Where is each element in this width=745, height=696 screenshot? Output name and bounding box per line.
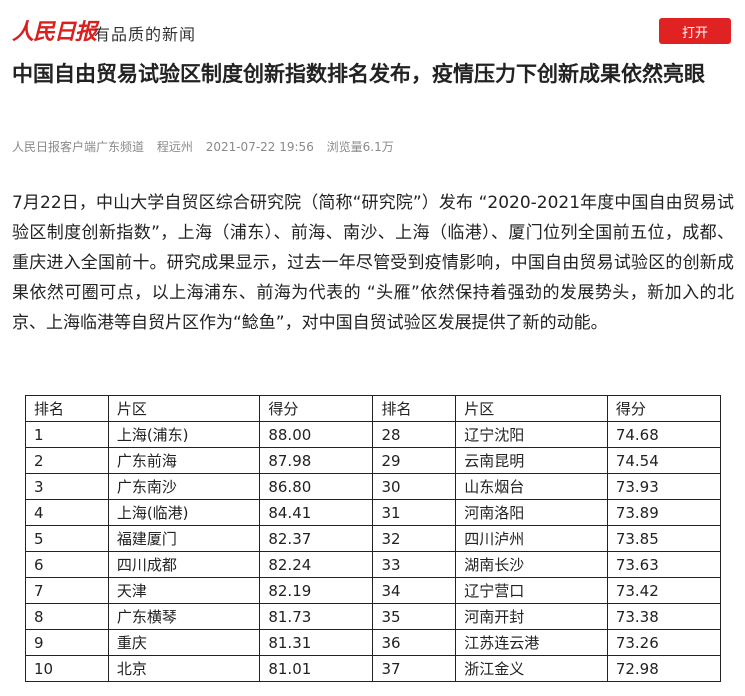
cell-zone: 四川泸州 <box>455 525 608 552</box>
header-zone: 片区 <box>455 395 608 422</box>
cell-zone: 辽宁沈阳 <box>455 421 608 448</box>
cell-rank: 30 <box>372 473 457 500</box>
table-header-row: 排名 片区 得分 排名 片区 得分 <box>25 395 722 422</box>
ranking-table: 排名 片区 得分 排名 片区 得分 1 上海(浦东) 88.00 28 辽宁沈阳 74.6… <box>25 395 722 682</box>
cell-score: 73.38 <box>606 603 722 630</box>
cell-zone: 广东南沙 <box>107 473 261 500</box>
table-row: 1 上海(浦东) 88.00 28 辽宁沈阳 74.68 <box>25 421 722 448</box>
cell-zone: 辽宁营口 <box>455 577 608 604</box>
cell-rank: 1 <box>25 421 109 448</box>
cell-score: 73.93 <box>606 473 722 500</box>
cell-score: 73.63 <box>606 551 722 578</box>
article-datetime: 2021-07-22 19:56 <box>205 140 314 154</box>
cell-score: 73.89 <box>606 499 722 526</box>
article-views: 浏览量6.1万 <box>326 140 394 154</box>
cell-rank: 31 <box>372 499 457 526</box>
peoples-daily-logo[interactable]: 人民日报 <box>12 14 97 46</box>
cell-zone: 河南洛阳 <box>455 499 608 526</box>
cell-score: 82.37 <box>259 525 374 552</box>
article-source[interactable]: 人民日报客户端广东频道 <box>12 140 144 154</box>
header-rank: 排名 <box>372 395 457 422</box>
header-rank: 排名 <box>25 395 109 422</box>
cell-zone: 山东烟台 <box>455 473 608 500</box>
cell-zone: 浙江金义 <box>455 655 608 682</box>
cell-rank: 9 <box>25 629 109 656</box>
cell-zone: 重庆 <box>107 629 261 656</box>
cell-score: 81.01 <box>259 655 374 682</box>
open-app-button[interactable]: 打开 <box>659 18 731 44</box>
cell-score: 88.00 <box>259 421 374 448</box>
header-score: 得分 <box>606 395 722 422</box>
table-row: 6 四川成都 82.24 33 湖南长沙 73.63 <box>25 551 722 578</box>
cell-score: 82.24 <box>259 551 374 578</box>
cell-score: 74.68 <box>606 421 722 448</box>
table-row: 7 天津 82.19 34 辽宁营口 73.42 <box>25 577 722 604</box>
cell-score: 73.42 <box>606 577 722 604</box>
cell-zone: 广东前海 <box>107 447 261 474</box>
cell-score: 73.85 <box>606 525 722 552</box>
cell-score: 84.41 <box>259 499 374 526</box>
table-row: 10 北京 81.01 37 浙江金义 72.98 <box>25 655 722 682</box>
cell-zone: 江苏连云港 <box>455 629 608 656</box>
cell-rank: 37 <box>372 655 457 682</box>
cell-zone: 上海(临港) <box>107 499 261 526</box>
cell-zone: 云南昆明 <box>455 447 608 474</box>
cell-rank: 4 <box>25 499 109 526</box>
header-zone: 片区 <box>107 395 261 422</box>
cell-score: 82.19 <box>259 577 374 604</box>
article-meta: 人民日报客户端广东频道 程远州 2021-07-22 19:56 浏览量6.1万 <box>12 138 403 155</box>
cell-rank: 3 <box>25 473 109 500</box>
cell-score: 74.54 <box>606 447 722 474</box>
article-title: 中国自由贸易试验区制度创新指数排名发布，疫情压力下创新成果依然亮眼 <box>12 62 705 86</box>
slogan: 有品质的新闻 <box>94 25 197 44</box>
cell-rank: 35 <box>372 603 457 630</box>
cell-zone: 北京 <box>107 655 261 682</box>
table-row: 8 广东横琴 81.73 35 河南开封 73.38 <box>25 603 722 630</box>
cell-zone: 广东横琴 <box>107 603 261 630</box>
table-row: 5 福建厦门 82.37 32 四川泸州 73.85 <box>25 525 722 552</box>
cell-zone: 四川成都 <box>107 551 261 578</box>
cell-score: 81.31 <box>259 629 374 656</box>
cell-score: 73.26 <box>606 629 722 656</box>
cell-score: 87.98 <box>259 447 374 474</box>
cell-rank: 34 <box>372 577 457 604</box>
cell-rank: 5 <box>25 525 109 552</box>
article-paragraph: 7月22日，中山大学自贸区综合研究院（简称“研究院”）发布 “2020-2021… <box>12 193 734 333</box>
cell-score: 72.98 <box>606 655 722 682</box>
cell-rank: 2 <box>25 447 109 474</box>
table-body: 1 上海(浦东) 88.00 28 辽宁沈阳 74.68 2 广东前海 87.98 29 云南昆明 7… <box>25 421 722 682</box>
cell-rank: 33 <box>372 551 457 578</box>
top-bar: 人民日报 有品质的新闻 打开 <box>0 0 745 62</box>
cell-zone: 天津 <box>107 577 261 604</box>
cell-rank: 8 <box>25 603 109 630</box>
cell-rank: 32 <box>372 525 457 552</box>
cell-rank: 28 <box>372 421 457 448</box>
cell-rank: 10 <box>25 655 109 682</box>
table-row: 4 上海(临港) 84.41 31 河南洛阳 73.89 <box>25 499 722 526</box>
cell-rank: 6 <box>25 551 109 578</box>
cell-score: 81.73 <box>259 603 374 630</box>
header-score: 得分 <box>259 395 374 422</box>
cell-rank: 36 <box>372 629 457 656</box>
table-row: 3 广东南沙 86.80 30 山东烟台 73.93 <box>25 473 722 500</box>
cell-zone: 福建厦门 <box>107 525 261 552</box>
table-row: 2 广东前海 87.98 29 云南昆明 74.54 <box>25 447 722 474</box>
cell-zone: 河南开封 <box>455 603 608 630</box>
cell-zone: 湖南长沙 <box>455 551 608 578</box>
cell-score: 86.80 <box>259 473 374 500</box>
cell-rank: 7 <box>25 577 109 604</box>
cell-zone: 上海(浦东) <box>107 421 261 448</box>
cell-rank: 29 <box>372 447 457 474</box>
table-row: 9 重庆 81.31 36 江苏连云港 73.26 <box>25 629 722 656</box>
article-author: 程远州 <box>156 140 193 154</box>
